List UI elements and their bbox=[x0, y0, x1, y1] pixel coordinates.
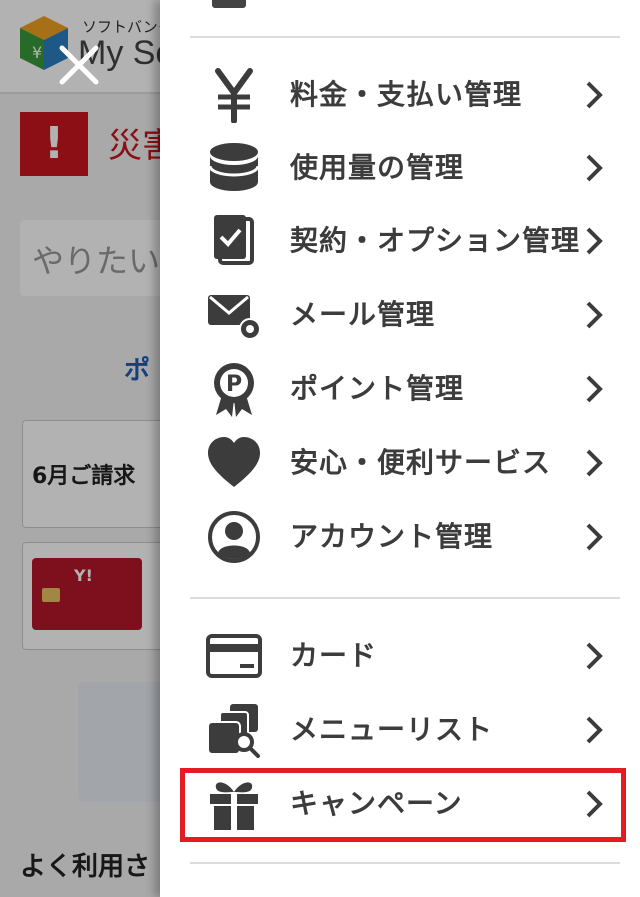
menu-item-label: メール管理 bbox=[290, 298, 436, 331]
chevron-right-icon bbox=[586, 716, 603, 744]
database-icon bbox=[208, 143, 260, 191]
next-section-partial bbox=[190, 884, 620, 897]
chevron-right-icon bbox=[586, 301, 603, 329]
menu-item-mail[interactable]: メール管理 bbox=[190, 279, 620, 351]
menu-item-label: ポイント管理 bbox=[290, 372, 465, 405]
highlight-box bbox=[180, 768, 626, 842]
menu-item-usage[interactable]: 使用量の管理 bbox=[190, 132, 620, 204]
menu-item-label: 安心・便利サービス bbox=[290, 446, 552, 479]
menu-item-label: メニューリスト bbox=[290, 713, 494, 746]
menu-item-account[interactable]: アカウント管理 bbox=[190, 501, 620, 573]
mail-settings-icon bbox=[208, 295, 261, 340]
previous-item-icon bbox=[212, 0, 246, 8]
side-menu-drawer: 料金・支払い管理 使用量の管理 契約・オプション管理 メール管理 P ポイント管… bbox=[160, 0, 640, 897]
heart-icon bbox=[208, 437, 260, 487]
svg-text:P: P bbox=[226, 372, 242, 397]
menu-item-label: アカウント管理 bbox=[290, 520, 494, 553]
yen-icon bbox=[215, 68, 253, 123]
menu-item-billing[interactable]: 料金・支払い管理 bbox=[190, 59, 620, 131]
divider bbox=[190, 36, 620, 38]
menu-item-label: 料金・支払い管理 bbox=[290, 78, 523, 111]
point-badge-icon: P bbox=[214, 363, 254, 417]
chevron-right-icon bbox=[586, 449, 603, 477]
credit-card-icon bbox=[206, 634, 262, 678]
menu-item-label: 契約・オプション管理 bbox=[290, 224, 581, 257]
divider bbox=[190, 597, 620, 599]
menu-item-points[interactable]: P ポイント管理 bbox=[190, 353, 620, 425]
chevron-right-icon bbox=[586, 523, 603, 551]
menu-item-card[interactable]: カード bbox=[190, 620, 620, 692]
chevron-right-icon bbox=[586, 154, 603, 182]
chevron-right-icon bbox=[586, 642, 603, 670]
menu-item-label: 使用量の管理 bbox=[290, 151, 465, 184]
chevron-right-icon bbox=[586, 375, 603, 403]
menu-item-contract[interactable]: 契約・オプション管理 bbox=[190, 205, 620, 277]
chevron-right-icon bbox=[586, 81, 603, 109]
menu-item-menu-list[interactable]: メニューリスト bbox=[190, 694, 620, 766]
account-icon bbox=[208, 511, 260, 563]
close-icon[interactable] bbox=[54, 40, 104, 90]
divider bbox=[190, 862, 620, 864]
menu-item-safety-services[interactable]: 安心・便利サービス bbox=[190, 427, 620, 499]
contract-icon bbox=[214, 215, 254, 265]
menu-item-label: カード bbox=[290, 639, 378, 672]
menu-list-icon bbox=[207, 704, 260, 758]
chevron-right-icon bbox=[586, 227, 603, 255]
